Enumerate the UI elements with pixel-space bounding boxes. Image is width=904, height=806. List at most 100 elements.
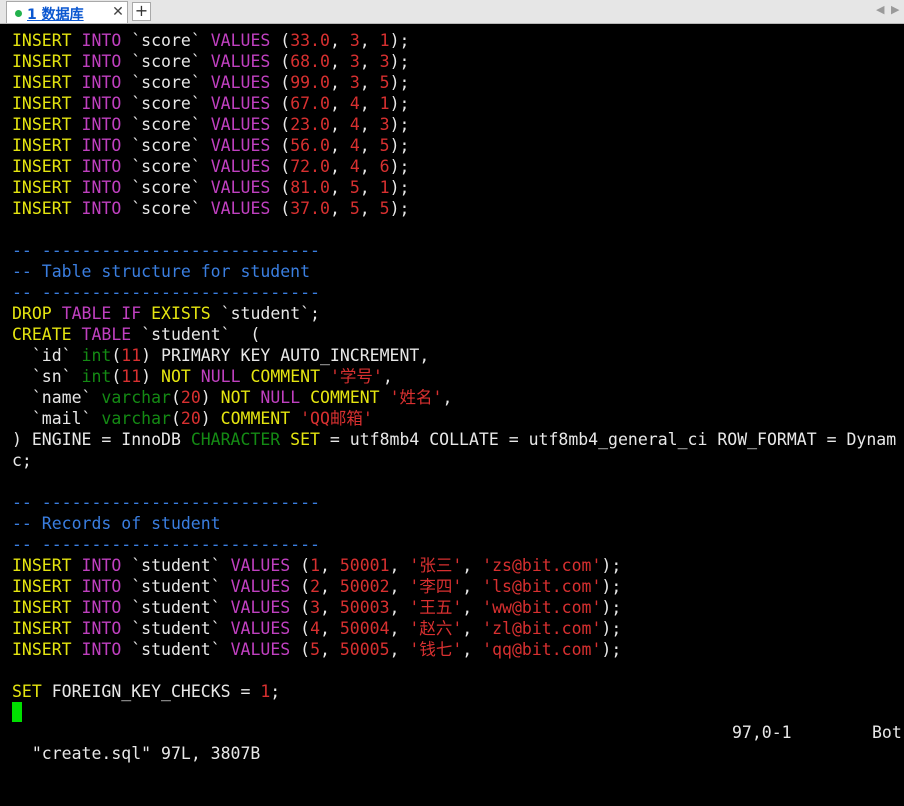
- code-token: );: [389, 157, 410, 176]
- scroll-tabs-left-icon[interactable]: ◀: [876, 3, 884, 16]
- code-token: `score`: [121, 157, 211, 176]
- code-token: c;: [12, 451, 32, 470]
- code-token: DROP: [12, 304, 52, 323]
- code-line: -- ----------------------------: [12, 492, 904, 513]
- code-token: (: [270, 31, 291, 50]
- code-token: INSERT: [12, 136, 72, 155]
- vim-status-line: "create.sql" 97L, 3807B 97,0-1 Bot: [12, 722, 904, 763]
- code-token: CREATE: [12, 325, 72, 344]
- code-line: -- Records of student: [12, 513, 904, 534]
- code-token: ,: [329, 73, 350, 92]
- code-token: int: [81, 367, 112, 386]
- code-token: SET: [290, 430, 320, 449]
- code-token: 'qq@bit.com': [482, 640, 602, 659]
- code-token: TABLE: [81, 325, 132, 344]
- code-token: 1: [379, 178, 390, 197]
- tab-label[interactable]: 1 数据库: [27, 4, 84, 24]
- code-token: ,: [359, 115, 380, 134]
- code-token: NOT: [220, 388, 251, 407]
- code-token: ,: [329, 115, 350, 134]
- code-token: '学号': [329, 367, 383, 386]
- code-token: 4: [310, 619, 320, 638]
- code-token: `score`: [121, 73, 211, 92]
- code-token: ,: [359, 157, 380, 176]
- tab-database[interactable]: 1 数据库 ✕: [6, 1, 128, 23]
- code-token: ,: [389, 640, 410, 659]
- code-token: NULL: [200, 367, 241, 386]
- code-token: 3: [310, 598, 320, 617]
- code-token: );: [389, 73, 410, 92]
- code-token: `student`: [121, 640, 231, 659]
- code-token: ): [200, 409, 221, 428]
- code-token: `score`: [121, 52, 211, 71]
- code-token: 4: [349, 115, 360, 134]
- code-line: INSERT INTO `score` VALUES (72.0, 4, 6);: [12, 156, 904, 177]
- code-token: COMMENT: [310, 388, 380, 407]
- code-token: INTO: [81, 115, 122, 134]
- code-token: ): [200, 388, 221, 407]
- code-token: 1: [310, 556, 320, 575]
- code-token: 'QQ邮箱': [300, 409, 373, 428]
- code-token: 37.0: [290, 199, 330, 218]
- code-token: (: [290, 619, 311, 638]
- code-token: `student`: [121, 577, 231, 596]
- code-token: -- Records of student: [12, 514, 221, 533]
- code-token: '李四': [409, 577, 463, 596]
- code-token: ,: [320, 556, 340, 575]
- code-token: (: [290, 598, 311, 617]
- code-token: COMMENT: [220, 409, 291, 428]
- code-token: -- ----------------------------: [12, 241, 320, 260]
- code-line: INSERT INTO `student` VALUES (4, 50004, …: [12, 618, 904, 639]
- code-token: );: [389, 52, 410, 71]
- code-token: INTO: [81, 157, 122, 176]
- code-line: c;: [12, 450, 904, 471]
- terminal-editor[interactable]: INSERT INTO `score` VALUES (33.0, 3, 1);…: [12, 30, 904, 702]
- code-token: 5: [310, 640, 320, 659]
- code-token: (: [270, 52, 291, 71]
- code-token: INSERT: [12, 556, 72, 575]
- code-token: 67.0: [290, 94, 330, 113]
- code-token: ,: [442, 388, 453, 407]
- code-token: -- ----------------------------: [12, 493, 320, 512]
- code-token: INSERT: [12, 199, 72, 218]
- code-token: (: [270, 115, 291, 134]
- code-token: INTO: [81, 73, 122, 92]
- code-token: VALUES: [210, 136, 271, 155]
- code-token: INTO: [81, 31, 122, 50]
- code-token: );: [601, 619, 622, 638]
- code-token: 68.0: [290, 52, 330, 71]
- code-token: ,: [329, 178, 350, 197]
- code-token: VALUES: [230, 556, 291, 575]
- code-token: ,: [389, 598, 410, 617]
- code-line: CREATE TABLE `student` (: [12, 324, 904, 345]
- code-token: 1: [260, 682, 271, 701]
- code-token: 2: [310, 577, 320, 596]
- code-token: ,: [462, 598, 483, 617]
- code-line: SET FOREIGN_KEY_CHECKS = 1;: [12, 681, 904, 702]
- code-token: (: [290, 640, 311, 659]
- code-token: (: [111, 367, 122, 386]
- code-token: 3: [349, 73, 360, 92]
- code-token: INTO: [81, 136, 122, 155]
- code-token: ,: [320, 577, 340, 596]
- code-token: `score`: [121, 94, 211, 113]
- scroll-tabs-right-icon[interactable]: ▶: [891, 3, 899, 16]
- code-token: 4: [349, 136, 360, 155]
- add-tab-button[interactable]: +: [132, 2, 151, 21]
- status-cursor-position: 97,0-1: [732, 723, 792, 742]
- code-token: NULL: [260, 388, 301, 407]
- code-token: 56.0: [290, 136, 330, 155]
- code-token: `student`: [121, 619, 231, 638]
- code-token: ,: [329, 157, 350, 176]
- code-token: ;: [270, 682, 281, 701]
- close-icon[interactable]: ✕: [110, 3, 126, 21]
- code-token: ,: [462, 640, 483, 659]
